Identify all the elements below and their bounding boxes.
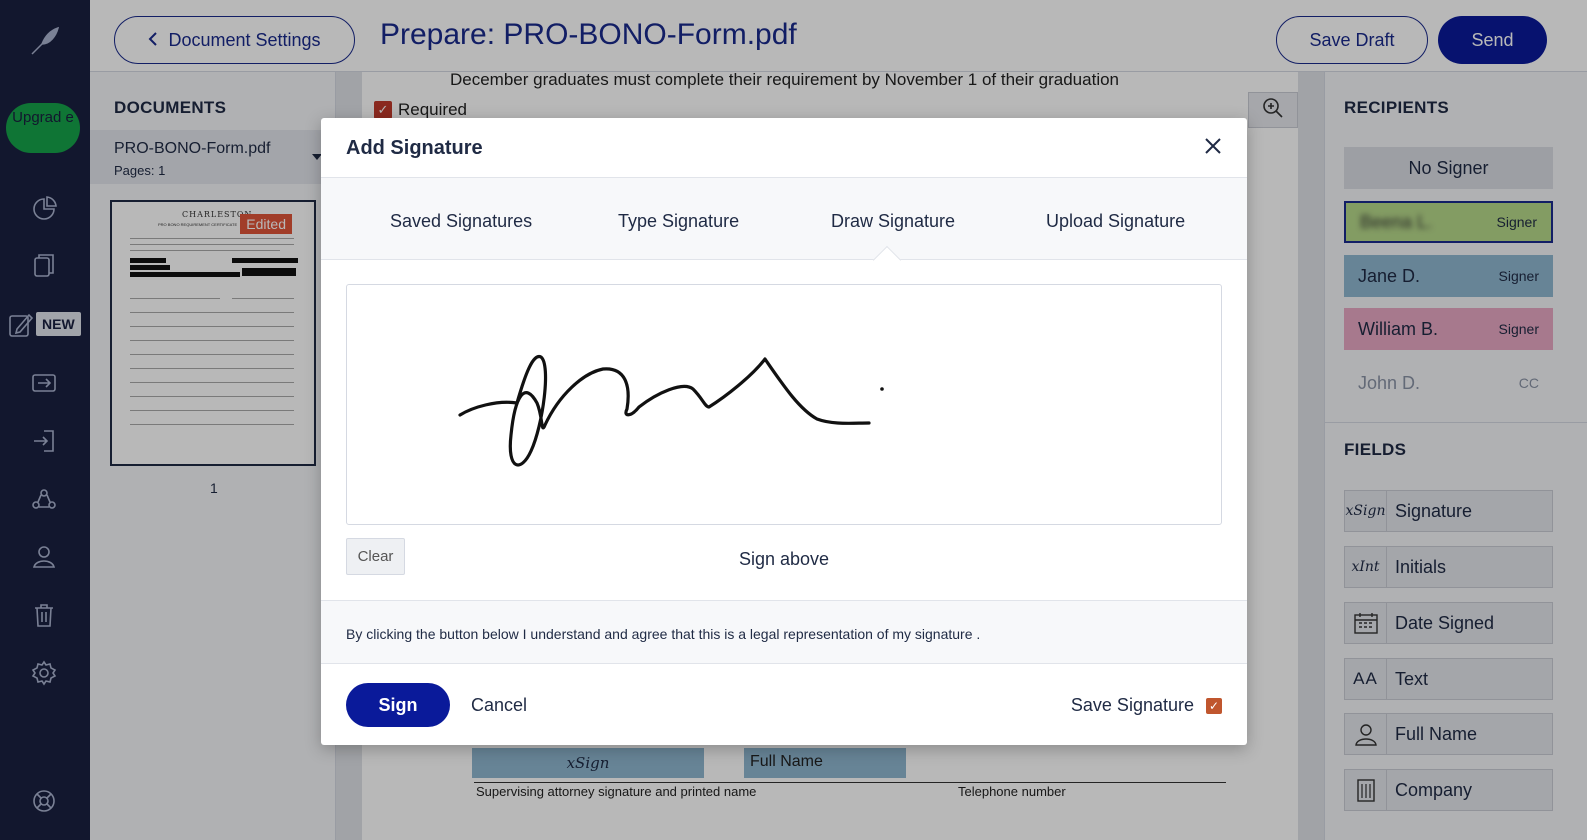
sign-above-hint: Sign above <box>738 549 830 569</box>
checkbox-checked-icon[interactable]: ✓ <box>1206 697 1222 714</box>
tab-type-signature[interactable]: Type Signature <box>618 211 739 232</box>
save-signature-label: Save Signature <box>1070 695 1194 715</box>
sign-button[interactable]: Sign <box>346 683 450 727</box>
tab-draw-signature[interactable]: Draw Signature <box>831 211 955 232</box>
drawn-signature <box>458 355 884 467</box>
dialog-title: Add Signature <box>346 137 483 159</box>
cancel-button[interactable]: Cancel <box>471 695 527 716</box>
legal-notice-band: By clicking the button below I understan… <box>321 600 1247 664</box>
signature-drawing-canvas[interactable] <box>346 284 1222 525</box>
tab-saved-signatures[interactable]: Saved Signatures <box>390 211 532 232</box>
save-signature-option[interactable]: Save Signature ✓ <box>1071 695 1222 716</box>
signature-tabs: Saved Signatures Type Signature Draw Sig… <box>321 178 1247 260</box>
add-signature-dialog: Add Signature Saved Signatures Type Sign… <box>321 118 1247 745</box>
tab-upload-signature[interactable]: Upload Signature <box>1046 211 1185 232</box>
close-icon[interactable] <box>1201 134 1225 158</box>
legal-notice: By clicking the button below I understan… <box>346 626 981 642</box>
